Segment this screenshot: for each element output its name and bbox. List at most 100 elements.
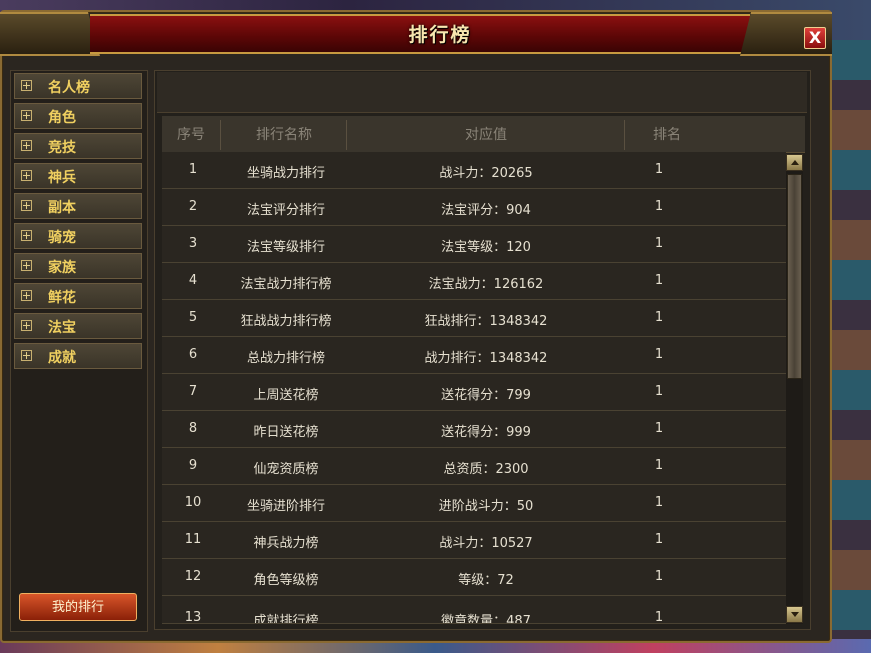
sidebar-item-flowers[interactable]: 鲜花 [14, 283, 142, 309]
row-value: 进阶战斗力：50 [438, 499, 534, 514]
table-row[interactable]: 5 狂战战力排行榜 狂战排行：1348342 1 [162, 300, 786, 337]
sidebar-item-achievement[interactable]: 成就 [14, 343, 142, 369]
sidebar-item-treasure[interactable]: 法宝 [14, 313, 142, 339]
row-rank: 1 [654, 384, 664, 399]
row-rank: 1 [654, 532, 664, 547]
column-divider [220, 120, 221, 150]
row-index: 5 [188, 310, 198, 325]
row-rank: 1 [654, 569, 664, 584]
sidebar-item-label: 角色 [48, 110, 76, 126]
row-rank: 1 [654, 199, 664, 214]
table-row[interactable]: 4 法宝战力排行榜 法宝战力：126162 1 [162, 263, 786, 300]
column-header-index: 序号 [177, 127, 205, 143]
sidebar-item-label: 神兵 [48, 170, 76, 186]
expand-plus-icon [21, 260, 32, 271]
row-value: 送花得分：999 [441, 425, 531, 440]
scroll-up-arrow-icon[interactable] [786, 154, 803, 171]
expand-plus-icon [21, 170, 32, 181]
sidebar-item-label: 法宝 [48, 320, 76, 336]
table-row[interactable]: 3 法宝等级排行 法宝等级：120 1 [162, 226, 786, 263]
scroll-down-arrow-icon[interactable] [786, 606, 803, 623]
row-rank: 1 [654, 458, 664, 473]
row-name: 坐骑进阶排行 [246, 499, 325, 514]
row-value: 狂战排行：1348342 [424, 314, 548, 329]
table-header: 序号 排行名称 对应值 排名 [162, 116, 805, 153]
row-value: 送花得分：799 [441, 388, 531, 403]
sidebar-item-character[interactable]: 角色 [14, 103, 142, 129]
title-bar: 排行榜 X [0, 0, 871, 56]
row-name: 角色等级榜 [253, 573, 319, 588]
my-rank-button[interactable]: 我的排行 [19, 593, 137, 621]
row-rank: 1 [654, 162, 664, 177]
table-row[interactable]: 12 角色等级榜 等级：72 1 [162, 559, 786, 596]
expand-plus-icon [21, 230, 32, 241]
row-value: 等级：72 [458, 573, 514, 588]
row-rank: 1 [654, 347, 664, 362]
sidebar-item-dungeon[interactable]: 副本 [14, 193, 142, 219]
row-value: 总资质：2300 [443, 462, 529, 477]
row-rank: 1 [654, 236, 664, 251]
expand-plus-icon [21, 140, 32, 151]
table-scrollbar[interactable] [786, 154, 803, 624]
sidebar-item-label: 骑宠 [48, 230, 76, 246]
close-button[interactable]: X [804, 27, 826, 49]
table-row[interactable]: 8 昨日送花榜 送花得分：999 1 [162, 411, 786, 448]
row-name: 总战力排行榜 [246, 351, 325, 366]
row-name: 仙宠资质榜 [253, 462, 319, 477]
category-sidebar: 名人榜 角色 竞技 神兵 副本 骑宠 家族 鲜花 法宝 成就 [10, 70, 148, 632]
row-index: 11 [184, 532, 202, 547]
row-name: 昨日送花榜 [253, 425, 319, 440]
row-index: 12 [184, 569, 202, 584]
sidebar-item-family[interactable]: 家族 [14, 253, 142, 279]
row-index: 4 [188, 273, 198, 288]
column-divider [624, 120, 625, 150]
expand-plus-icon [21, 290, 32, 301]
row-rank: 1 [654, 273, 664, 288]
table-row[interactable]: 1 坐骑战力排行 战斗力：20265 1 [162, 152, 786, 189]
sidebar-item-label: 副本 [48, 200, 76, 216]
column-header-value: 对应值 [465, 127, 507, 143]
sidebar-item-celebrity[interactable]: 名人榜 [14, 73, 142, 99]
row-value: 战斗力：10527 [439, 536, 533, 551]
row-value: 法宝等级：120 [441, 240, 531, 255]
row-value: 战斗力：20265 [439, 166, 533, 181]
table-row[interactable]: 2 法宝评分排行 法宝评分：904 1 [162, 189, 786, 226]
row-index: 9 [188, 458, 198, 473]
row-name: 法宝评分排行 [246, 203, 325, 218]
expand-plus-icon [21, 80, 32, 91]
row-index: 10 [184, 495, 202, 510]
expand-plus-icon [21, 200, 32, 211]
sidebar-item-mount-pet[interactable]: 骑宠 [14, 223, 142, 249]
table-row[interactable]: 9 仙宠资质榜 总资质：2300 1 [162, 448, 786, 485]
table-row[interactable]: 13 成就排行榜 徽章数量：487 1 [162, 596, 786, 624]
sidebar-item-label: 成就 [48, 350, 76, 366]
row-value: 法宝战力：126162 [428, 277, 544, 292]
table-row[interactable]: 7 上周送花榜 送花得分：799 1 [162, 374, 786, 411]
title-ornament-left [0, 12, 100, 56]
expand-plus-icon [21, 350, 32, 361]
row-index: 1 [188, 162, 198, 177]
table-row[interactable]: 11 神兵战力榜 战斗力：10527 1 [162, 522, 786, 559]
column-header-name: 排行名称 [256, 127, 312, 143]
sidebar-item-label: 鲜花 [48, 290, 76, 306]
table-row[interactable]: 10 坐骑进阶排行 进阶战斗力：50 1 [162, 485, 786, 522]
sidebar-item-divine-weapon[interactable]: 神兵 [14, 163, 142, 189]
row-index: 8 [188, 421, 198, 436]
row-rank: 1 [654, 310, 664, 325]
row-rank: 1 [654, 495, 664, 510]
sidebar-item-label: 名人榜 [48, 80, 90, 96]
panel-top-strip [157, 72, 807, 113]
row-name: 狂战战力排行榜 [240, 314, 332, 329]
row-index: 6 [188, 347, 198, 362]
expand-plus-icon [21, 110, 32, 121]
sidebar-item-label: 家族 [48, 260, 76, 276]
row-value: 徽章数量：487 [441, 614, 531, 624]
scrollbar-thumb[interactable] [787, 174, 802, 379]
row-name: 成就排行榜 [253, 614, 319, 624]
table-row[interactable]: 6 总战力排行榜 战力排行：1348342 1 [162, 337, 786, 374]
row-index: 7 [188, 384, 198, 399]
sidebar-item-arena[interactable]: 竞技 [14, 133, 142, 159]
row-index: 13 [184, 610, 202, 624]
row-index: 3 [188, 236, 198, 251]
row-value: 法宝评分：904 [441, 203, 531, 218]
